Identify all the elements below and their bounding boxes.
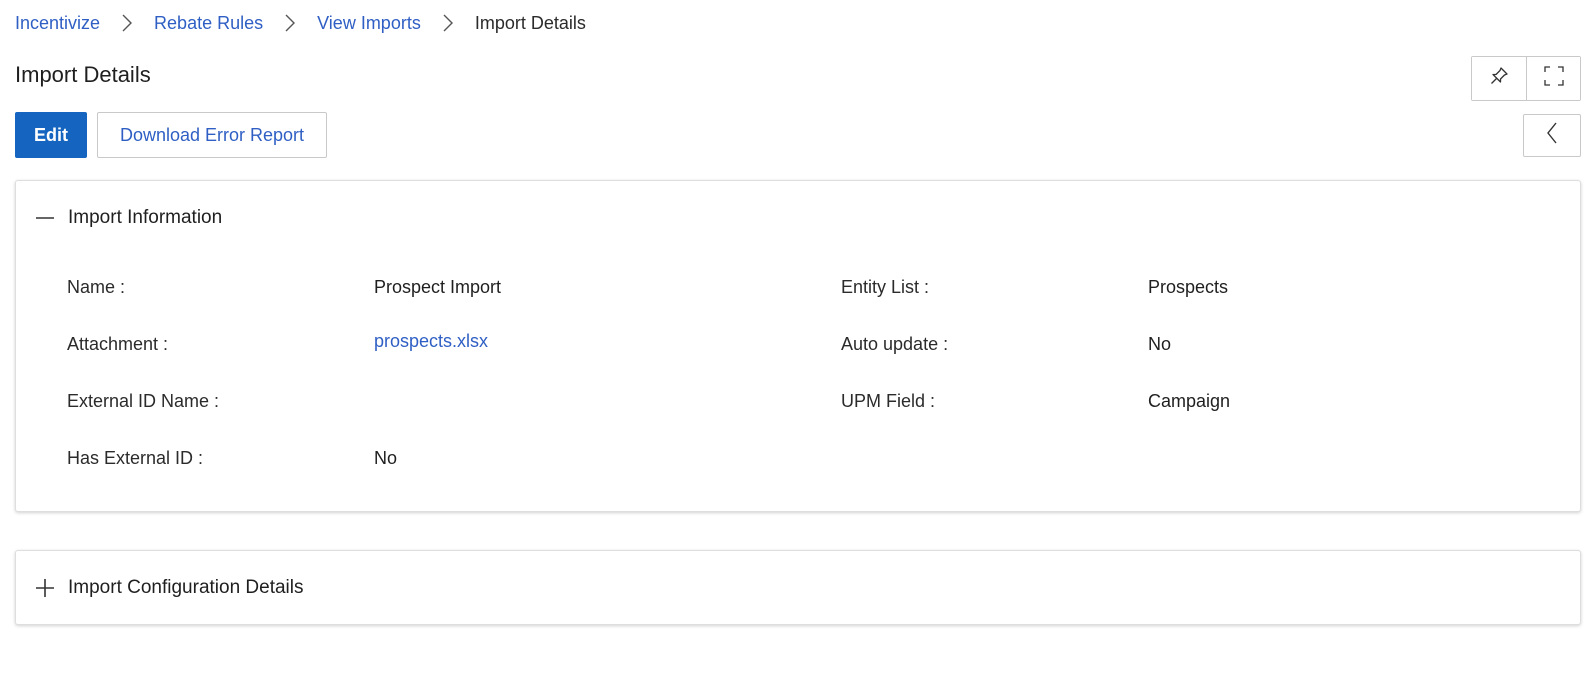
attachment-label: Attachment : [67, 334, 169, 354]
pin-button[interactable] [1472, 57, 1526, 100]
chevron-right-icon [263, 13, 317, 33]
external-id-name-label: External ID Name : [67, 391, 220, 411]
import-information-panel: Import Information Name : Prospect Impor… [15, 180, 1581, 512]
upm-field-label: UPM Field : [841, 391, 936, 411]
breadcrumb-view-imports[interactable]: View Imports [317, 13, 421, 34]
chevron-left-icon [1545, 121, 1559, 150]
breadcrumb-rebate-rules[interactable]: Rebate Rules [154, 13, 263, 34]
name-value: Prospect Import [374, 277, 502, 297]
download-error-report-button[interactable]: Download Error Report [97, 112, 327, 158]
fullscreen-icon [1543, 65, 1565, 92]
page-title: Import Details [15, 62, 151, 87]
action-row: Edit Download Error Report [15, 108, 1581, 180]
breadcrumb-incentivize[interactable]: Incentivize [15, 13, 100, 34]
import-information-title: Import Information [68, 207, 223, 228]
import-configuration-header[interactable]: Import Configuration Details [16, 551, 1580, 625]
minus-icon[interactable] [34, 207, 56, 229]
plus-icon[interactable] [34, 577, 56, 599]
title-row: Import Details [15, 46, 1581, 108]
import-configuration-title: Import Configuration Details [68, 577, 304, 598]
collapse-panel-button[interactable] [1523, 114, 1581, 157]
pin-icon [1489, 66, 1509, 91]
breadcrumb: Incentivize Rebate Rules View Imports Im… [15, 0, 1581, 46]
import-configuration-panel: Import Configuration Details [15, 550, 1581, 625]
upm-field-value: Campaign [1148, 391, 1231, 411]
auto-update-label: Auto update : [841, 334, 949, 354]
chevron-right-icon [100, 13, 154, 33]
entity-list-value: Prospects [1148, 277, 1229, 297]
attachment-link[interactable]: prospects.xlsx [374, 331, 488, 352]
fullscreen-button[interactable] [1526, 57, 1580, 100]
has-external-id-value: No [374, 448, 398, 468]
has-external-id-label: Has External ID : [67, 448, 204, 468]
auto-update-value: No [1148, 334, 1172, 354]
header-icon-group [1471, 56, 1581, 101]
import-information-fields: Name : Prospect Import Attachment : pros… [16, 255, 1580, 495]
page: Incentivize Rebate Rules View Imports Im… [0, 0, 1596, 686]
entity-list-label: Entity List : [841, 277, 930, 297]
edit-button[interactable]: Edit [15, 112, 87, 158]
import-information-header[interactable]: Import Information [16, 181, 1580, 255]
chevron-right-icon [421, 13, 475, 33]
name-label: Name : [67, 277, 126, 297]
breadcrumb-current: Import Details [474, 12, 586, 33]
